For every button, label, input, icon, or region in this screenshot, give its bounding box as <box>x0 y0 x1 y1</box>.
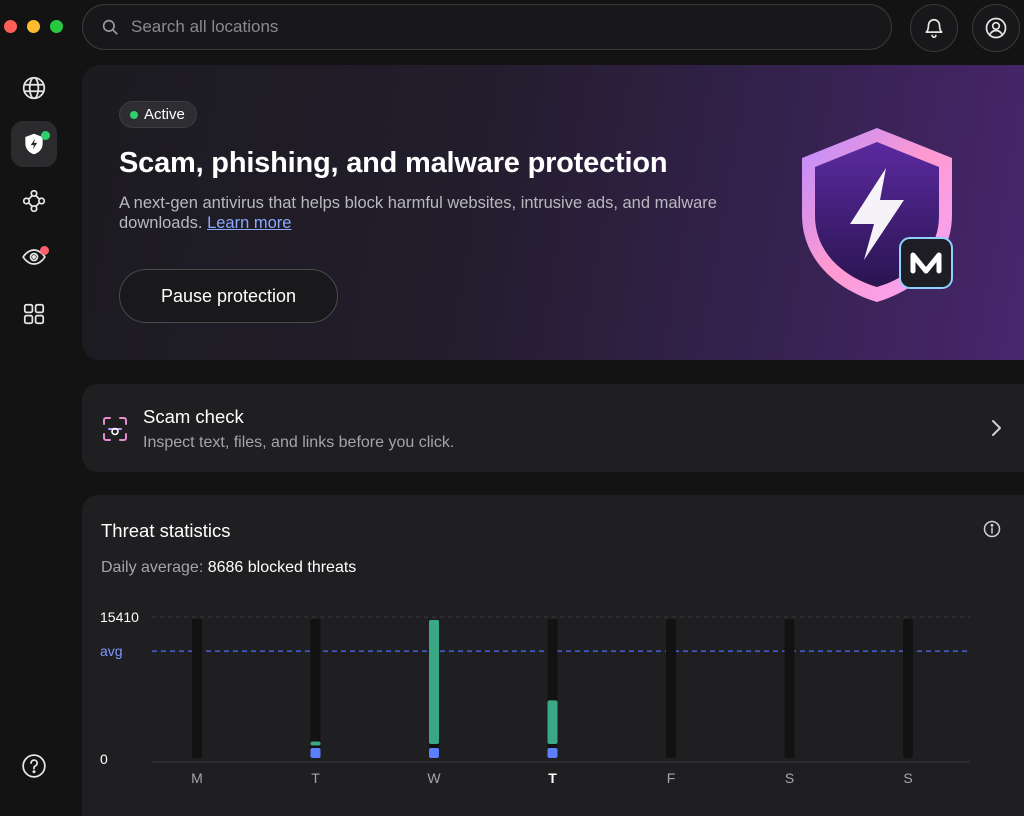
y-max-label: 15410 <box>100 609 139 625</box>
bar-segment-blue <box>547 748 558 758</box>
pause-protection-button[interactable]: Pause protection <box>119 269 338 323</box>
y-min-label: 0 <box>100 751 108 767</box>
sidebar-item-monitoring[interactable] <box>11 234 57 280</box>
x-tick-label: S <box>785 770 794 786</box>
network-icon <box>22 189 46 213</box>
x-tick-label: F <box>667 770 676 786</box>
question-icon <box>22 754 46 778</box>
grid-icon <box>23 303 45 325</box>
x-tick-label: M <box>191 770 203 786</box>
threat-bar-chart: 15410 avg 0 M T W T F S S <box>100 609 970 786</box>
globe-icon <box>22 76 46 100</box>
bell-icon <box>925 19 943 38</box>
status-dot <box>41 131 50 140</box>
chevron-right-icon <box>992 420 1001 436</box>
bar-track <box>666 619 676 758</box>
user-icon <box>985 17 1007 39</box>
window-controls <box>4 20 63 33</box>
sidebar <box>0 56 68 816</box>
bar-segment-blue <box>310 748 321 758</box>
search-input[interactable] <box>131 17 831 37</box>
x-tick-label: W <box>427 770 441 786</box>
scan-icon <box>103 417 127 441</box>
sidebar-item-apps[interactable] <box>11 291 57 337</box>
sidebar-item-network[interactable] <box>11 178 57 224</box>
x-tick-label: S <box>903 770 912 786</box>
search-icon <box>102 19 118 35</box>
sidebar-item-browse[interactable] <box>11 65 57 111</box>
notifications-button[interactable] <box>910 4 958 52</box>
scam-check-title: Scam check <box>143 406 244 427</box>
app-window: Active Scam, phishing, and malware prote… <box>0 0 1024 816</box>
active-dot <box>130 110 138 119</box>
shield-illustration-icon <box>802 128 953 302</box>
search-bar[interactable] <box>82 4 892 50</box>
bar-segment-green <box>547 700 558 744</box>
bar-segment-blue <box>429 748 439 758</box>
daily-average: Daily average: 8686 blocked threats <box>101 559 356 577</box>
bar-track <box>784 619 795 758</box>
status-badge-label: Active <box>144 106 185 123</box>
account-button[interactable] <box>972 4 1020 52</box>
daily-average-value: 8686 blocked threats <box>207 559 357 576</box>
zoom-window-button[interactable] <box>50 20 63 33</box>
scam-check-subtitle: Inspect text, files, and links before yo… <box>143 434 455 451</box>
sidebar-item-protection[interactable] <box>11 121 57 167</box>
x-tick-label: T <box>548 770 557 786</box>
bar-track <box>192 619 202 758</box>
protection-hero-card: Active Scam, phishing, and malware prote… <box>82 65 1024 360</box>
scam-check-card[interactable]: Scam check Inspect text, files, and link… <box>82 384 1024 472</box>
threat-statistics-title: Threat statistics <box>101 520 231 541</box>
bar-track <box>310 619 321 758</box>
x-tick-label: T <box>311 770 320 786</box>
learn-more-link[interactable]: Learn more <box>207 214 291 232</box>
info-icon[interactable] <box>983 520 1001 538</box>
close-window-button[interactable] <box>4 20 17 33</box>
status-badge: Active <box>119 101 197 128</box>
minimize-window-button[interactable] <box>27 20 40 33</box>
daily-average-label: Daily average: <box>101 559 204 576</box>
bar-segment-green <box>310 741 321 746</box>
threat-statistics-card: Threat statistics Daily average: 8686 bl… <box>82 495 1024 816</box>
bar-track <box>903 619 913 758</box>
avg-label: avg <box>100 643 123 659</box>
help-button[interactable] <box>11 743 57 789</box>
hero-description: A next-gen antivirus that helps block ha… <box>119 193 719 233</box>
alert-dot <box>40 246 49 255</box>
bar-segment-green <box>429 619 439 744</box>
page-title: Scam, phishing, and malware protection <box>119 147 668 179</box>
